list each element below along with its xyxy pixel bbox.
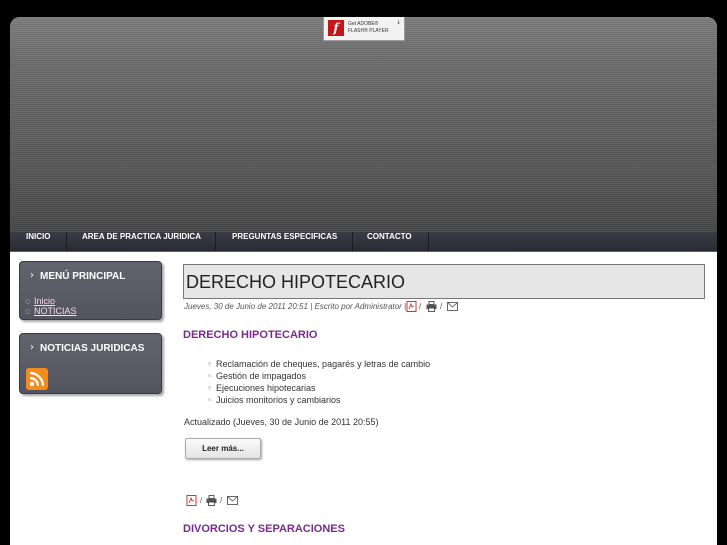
sidebar-link-inicio[interactable]: Inicio xyxy=(34,296,55,306)
pdf-icon[interactable] xyxy=(186,495,197,506)
news-box-title: NOTICIAS JURIDICAS xyxy=(40,343,145,354)
list-item: Juicios monitorios y cambiarios xyxy=(208,395,341,405)
print-icon[interactable] xyxy=(426,301,437,312)
page-container: f Get ADOBE® FLASH® PLAYER ↓ INICIO AREA… xyxy=(10,17,717,545)
bullet-icon: ○ xyxy=(25,308,31,315)
pdf-icon[interactable] xyxy=(406,301,417,312)
icon-separator: / xyxy=(220,496,223,505)
icon-separator: / xyxy=(419,302,422,311)
sidebar-link-noticias[interactable]: NOTICIAS xyxy=(34,306,77,316)
header-banner xyxy=(10,17,717,232)
nav-divider xyxy=(428,232,429,251)
chevron-right-icon: › xyxy=(30,270,34,281)
download-arrow-icon: ↓ xyxy=(395,19,401,26)
list-item: Gestión de impagados xyxy=(208,371,306,381)
list-item: Reclamación de cheques, pagarés y letras… xyxy=(208,359,430,369)
main-menu-box: › MENÚ PRINCIPAL ○ Inicio ○ NOTICIAS xyxy=(19,261,162,320)
main-menu-title: MENÚ PRINCIPAL xyxy=(40,271,126,282)
chevron-right-icon: › xyxy=(30,342,34,353)
article-subtitle: DERECHO HIPOTECARIO xyxy=(183,329,318,341)
article-meta: Jueves, 30 de Junio de 2011 20:51 | Escr… xyxy=(184,302,407,311)
nav-item-preguntas[interactable]: PREGUNTAS ESPECIFICAS xyxy=(232,232,337,251)
top-nav: INICIO AREA DE PRACTICA JURIDICA PREGUNT… xyxy=(10,232,717,251)
nav-divider xyxy=(66,232,67,251)
bullet-icon: ○ xyxy=(25,298,31,305)
article-updated: Actualizado (Jueves, 30 de Junio de 2011… xyxy=(184,417,379,427)
email-icon[interactable] xyxy=(227,496,238,505)
nav-item-inicio[interactable]: INICIO xyxy=(26,232,50,251)
list-item: Ejecuciones hipotecarias xyxy=(208,383,316,393)
flash-badge-line2: FLASH® PLAYER xyxy=(348,28,389,34)
flash-logo-icon: f xyxy=(328,20,344,36)
news-box: › NOTICIAS JURIDICAS xyxy=(19,333,162,394)
read-more-button[interactable]: Leer más... xyxy=(185,438,261,459)
nav-divider xyxy=(352,232,353,251)
print-icon[interactable] xyxy=(206,495,217,506)
icon-separator: / xyxy=(200,496,203,505)
nav-divider xyxy=(215,232,216,251)
next-article-subtitle: DIVORCIOS Y SEPARACIONES xyxy=(183,523,345,535)
nav-accent-stripe xyxy=(10,251,717,252)
article-title: DERECHO HIPOTECARIO xyxy=(186,272,406,292)
flash-player-badge[interactable]: f Get ADOBE® FLASH® PLAYER ↓ xyxy=(323,17,405,41)
rss-icon[interactable] xyxy=(26,368,48,390)
email-icon[interactable] xyxy=(447,302,458,311)
icon-separator: / xyxy=(440,302,443,311)
article-title-box: DERECHO HIPOTECARIO xyxy=(183,264,705,299)
flash-badge-line1: Get ADOBE® xyxy=(348,21,379,27)
nav-item-contacto[interactable]: CONTACTO xyxy=(367,232,412,251)
nav-item-area-practica[interactable]: AREA DE PRACTICA JURIDICA xyxy=(82,232,201,251)
